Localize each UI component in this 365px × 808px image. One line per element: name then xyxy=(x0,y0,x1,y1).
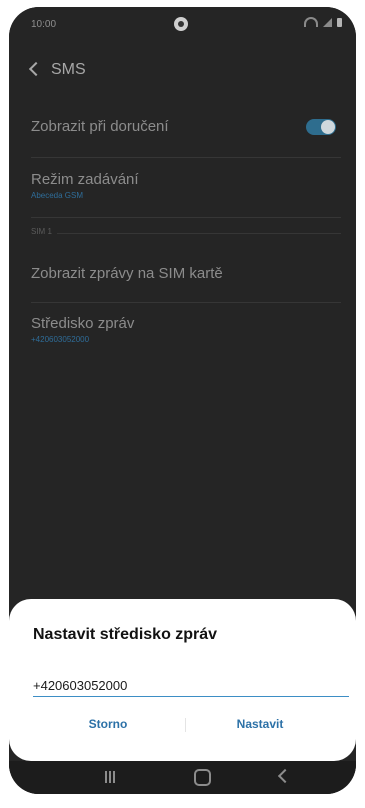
section-divider xyxy=(57,233,341,234)
signal-icon xyxy=(323,17,332,27)
divider xyxy=(31,157,341,158)
setting-sim-messages[interactable]: Zobrazit zprávy na SIM kartě xyxy=(31,265,341,282)
setting-delivery-label: Zobrazit při doručení xyxy=(31,118,169,135)
cancel-button[interactable]: Storno xyxy=(33,717,183,731)
setting-input-mode-value: Abeceda GSM xyxy=(31,191,84,200)
battery-icon xyxy=(337,17,342,27)
delivery-toggle[interactable] xyxy=(306,119,336,135)
camera-icon xyxy=(174,17,188,31)
back-icon[interactable] xyxy=(277,768,293,784)
setting-message-center-label: Středisko zpráv xyxy=(31,315,135,332)
phone-screen: 10:00 SMS Zobrazit při doručení Režim za… xyxy=(9,7,356,794)
message-center-input[interactable] xyxy=(33,674,349,697)
wifi-icon xyxy=(304,17,318,27)
setting-input-mode[interactable]: Režim zadávání Abeceda GSM xyxy=(31,171,341,200)
navigation-bar xyxy=(9,761,356,794)
setting-message-center[interactable]: Středisko zpráv +420603052000 xyxy=(31,315,341,344)
recents-icon[interactable] xyxy=(105,771,117,783)
section-label-sim: SIM 1 xyxy=(31,227,52,236)
setting-input-mode-label: Režim zadávání xyxy=(31,171,139,188)
divider xyxy=(31,217,341,218)
message-center-dialog: Nastavit středisko zpráv Storno Nastavit xyxy=(9,599,356,761)
dialog-title: Nastavit středisko zpráv xyxy=(33,626,218,643)
app-bar: SMS xyxy=(9,59,356,89)
status-bar: 10:00 xyxy=(9,7,356,41)
home-icon[interactable] xyxy=(194,769,211,786)
setting-delivery[interactable]: Zobrazit při doručení xyxy=(31,118,341,135)
status-time: 10:00 xyxy=(31,19,57,30)
page-title: SMS xyxy=(51,61,86,78)
divider xyxy=(31,302,341,303)
setting-message-center-value: +420603052000 xyxy=(31,335,90,344)
set-button[interactable]: Nastavit xyxy=(185,717,335,731)
toggle-knob xyxy=(321,120,335,134)
setting-sim-messages-label: Zobrazit zprávy na SIM kartě xyxy=(31,265,223,282)
status-icons xyxy=(304,17,342,27)
back-arrow-icon[interactable] xyxy=(28,61,44,77)
